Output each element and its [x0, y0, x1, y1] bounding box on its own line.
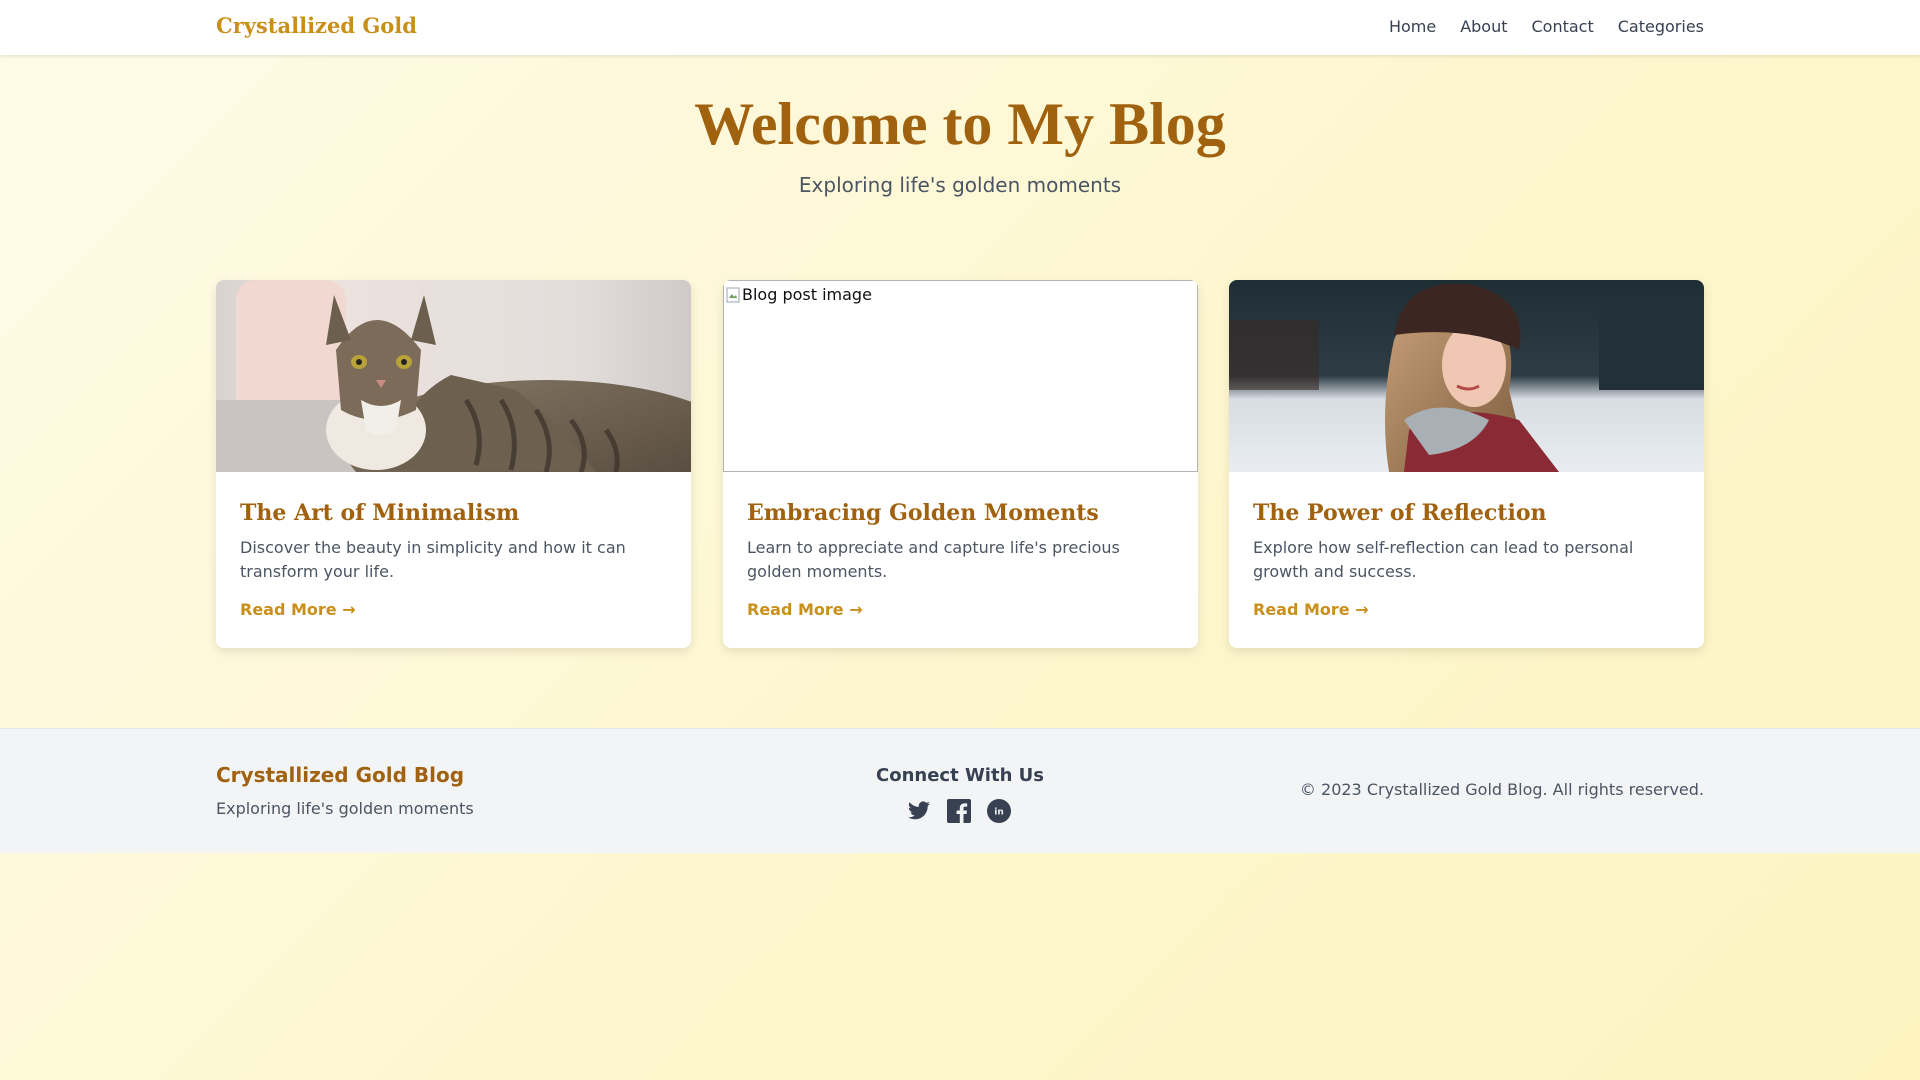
- post-excerpt: Learn to appreciate and capture life's p…: [747, 538, 1120, 581]
- nav-links: Home About Contact Categories: [1389, 17, 1704, 36]
- card-body: The Art of Minimalism Discover the beaut…: [240, 472, 667, 619]
- woman-winter-photo: [1229, 280, 1704, 472]
- hero-title: Welcome to My Blog: [694, 91, 1226, 157]
- cat-photo: [216, 280, 691, 472]
- blog-post-card: Blog post image Embracing Golden Moments…: [723, 280, 1198, 648]
- nav-link-about[interactable]: About: [1460, 17, 1507, 36]
- read-more-link[interactable]: Read More →: [240, 600, 356, 619]
- brand-logo-link[interactable]: Crystallized Gold: [216, 13, 417, 38]
- social-links: in: [907, 799, 1011, 823]
- read-more-link[interactable]: Read More →: [747, 600, 863, 619]
- twitter-icon[interactable]: [907, 799, 931, 823]
- post-title[interactable]: The Power of Reflection: [1253, 499, 1680, 527]
- blog-post-card: The Power of Reflection Explore how self…: [1229, 280, 1704, 648]
- post-excerpt: Discover the beauty in simplicity and ho…: [240, 538, 626, 581]
- blog-post-grid: The Art of Minimalism Discover the beaut…: [216, 280, 1704, 648]
- copyright-text: © 2023 Crystallized Gold Blog. All right…: [1299, 780, 1704, 799]
- broken-image-alt: Blog post image: [726, 285, 872, 304]
- post-title[interactable]: Embracing Golden Moments: [747, 499, 1174, 527]
- linkedin-icon[interactable]: in: [987, 799, 1011, 823]
- card-body: The Power of Reflection Explore how self…: [1253, 472, 1680, 619]
- broken-image: Blog post image: [723, 280, 1198, 472]
- image-alt-text: Blog post image: [742, 285, 872, 304]
- site-footer: Crystallized Gold Blog Exploring life's …: [0, 728, 1920, 853]
- nav-link-categories[interactable]: Categories: [1618, 17, 1704, 36]
- nav-link-home[interactable]: Home: [1389, 17, 1436, 36]
- facebook-icon[interactable]: [947, 799, 971, 823]
- broken-image-icon: [726, 287, 740, 302]
- nav-link-contact[interactable]: Contact: [1532, 17, 1594, 36]
- post-title[interactable]: The Art of Minimalism: [240, 499, 667, 527]
- svg-text:in: in: [994, 808, 1004, 818]
- top-navbar: Crystallized Gold Home About Contact Cat…: [0, 0, 1920, 55]
- card-body: Embracing Golden Moments Learn to apprec…: [747, 472, 1174, 619]
- blog-post-card: The Art of Minimalism Discover the beaut…: [216, 280, 691, 648]
- post-excerpt: Explore how self-reflection can lead to …: [1253, 538, 1634, 581]
- footer-tagline: Exploring life's golden moments: [216, 799, 474, 818]
- hero-subtitle: Exploring life's golden moments: [798, 173, 1122, 197]
- read-more-link[interactable]: Read More →: [1253, 600, 1369, 619]
